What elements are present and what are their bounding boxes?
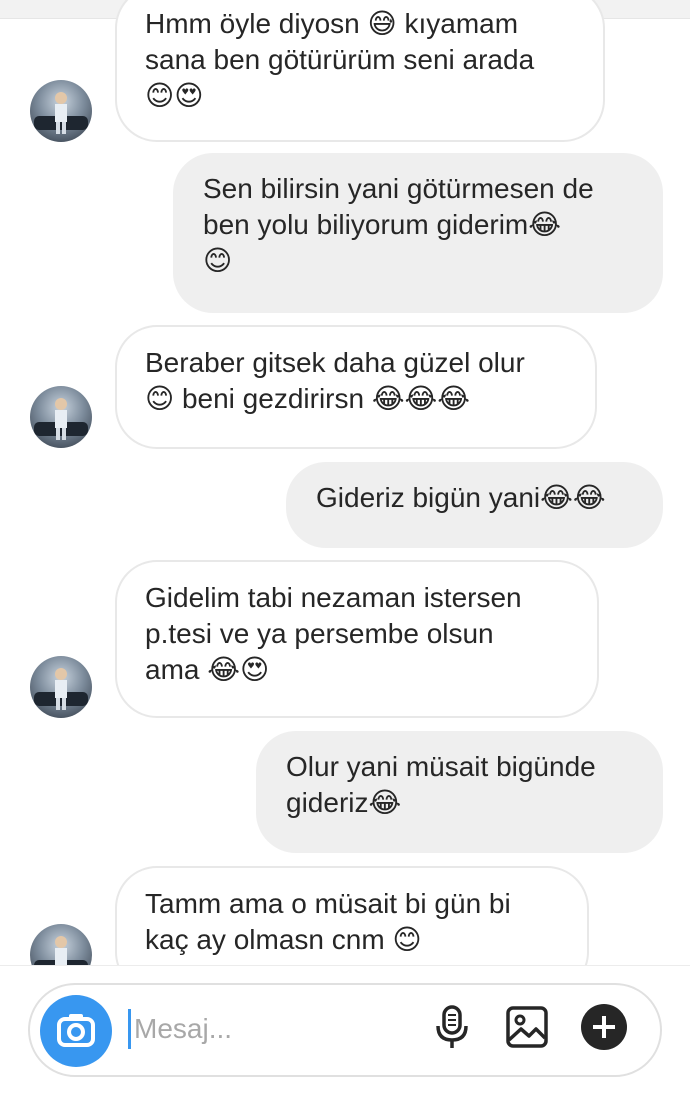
plus-circle-icon bbox=[581, 1004, 627, 1050]
message-composer: Mesaj... bbox=[0, 965, 690, 1105]
avatar[interactable] bbox=[30, 656, 92, 718]
message-text: Hmm öyle diyosn 😅 kıyamam sana ben götür… bbox=[145, 8, 535, 111]
avatar[interactable] bbox=[30, 80, 92, 142]
message-input[interactable] bbox=[28, 983, 662, 1077]
message-text: Sen bilirsin yani götürmesen de ben yolu… bbox=[203, 173, 594, 276]
incoming-message[interactable]: Hmm öyle diyosn 😅 kıyamam sana ben götür… bbox=[115, 0, 605, 142]
message-text: Olur yani müsait bigünde gideriz😂 bbox=[286, 751, 596, 818]
avatar[interactable] bbox=[30, 924, 92, 965]
message-thread[interactable]: Hmm öyle diyosn 😅 kıyamam sana ben götür… bbox=[0, 0, 690, 965]
incoming-message[interactable]: Tamm ama o müsait bi gün bi kaç ay olmas… bbox=[115, 866, 589, 965]
text-cursor bbox=[128, 1009, 131, 1049]
more-button[interactable] bbox=[578, 1001, 630, 1053]
microphone-icon bbox=[436, 1005, 468, 1048]
image-gallery-icon bbox=[506, 1006, 548, 1048]
message-text: Tamm ama o müsait bi gün bi kaç ay olmas… bbox=[145, 888, 511, 955]
message-placeholder: Mesaj... bbox=[134, 1013, 233, 1044]
outgoing-message[interactable]: Olur yani müsait bigünde gideriz😂 bbox=[256, 731, 663, 853]
incoming-message[interactable]: Beraber gitsek daha güzel olur 😊 beni ge… bbox=[115, 325, 597, 449]
outgoing-message[interactable]: Gideriz bigün yani😂😂 bbox=[286, 462, 663, 548]
outgoing-message[interactable]: Sen bilirsin yani götürmesen de ben yolu… bbox=[173, 153, 663, 313]
camera-icon bbox=[57, 1014, 95, 1047]
message-text: Beraber gitsek daha güzel olur 😊 beni ge… bbox=[145, 347, 525, 414]
voice-button[interactable] bbox=[426, 1001, 478, 1053]
avatar[interactable] bbox=[30, 386, 92, 448]
message-text: Gideriz bigün yani😂😂 bbox=[316, 482, 606, 513]
incoming-message[interactable]: Gidelim tabi nezaman istersen p.tesi ve … bbox=[115, 560, 599, 718]
gallery-button[interactable] bbox=[501, 1001, 553, 1053]
message-text: Gidelim tabi nezaman istersen p.tesi ve … bbox=[145, 582, 522, 685]
camera-button[interactable] bbox=[40, 995, 112, 1067]
